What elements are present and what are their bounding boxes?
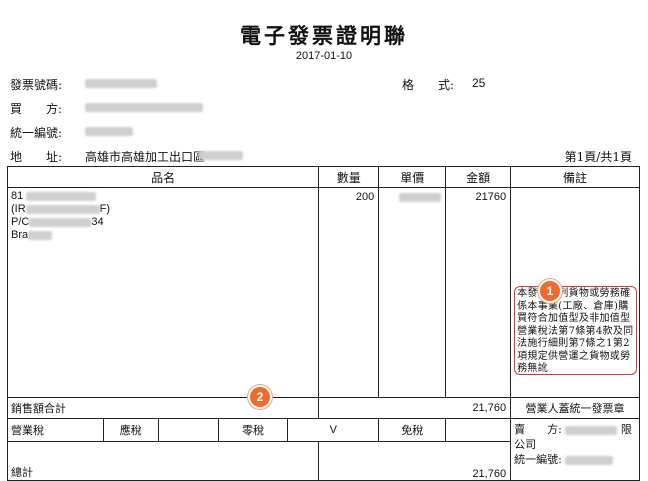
- redacted-item-code: [26, 191, 97, 201]
- item-quantity: 200: [318, 187, 380, 398]
- redacted-po-number: [29, 217, 92, 227]
- zero-tax-label: 零稅: [217, 418, 289, 442]
- header-unit-price: 單價: [378, 166, 447, 188]
- address-label: 地 址:: [10, 150, 63, 164]
- header-item-name: 品名: [6, 166, 320, 188]
- format-label: 格 式:: [402, 78, 455, 92]
- redacted-item-model: [25, 204, 100, 214]
- stamp-label: 營業人蓋統一發票章: [510, 397, 640, 419]
- item-description: 81 (IR F) P/C 34 Bra: [6, 187, 320, 398]
- redacted-invoice-number: [85, 79, 157, 88]
- address-value: 高雄市高雄加工出口區: [85, 150, 206, 164]
- redacted-address-detail: [199, 151, 243, 160]
- redacted-buyer-name: [85, 103, 203, 112]
- header-amount: 金額: [445, 166, 512, 188]
- item-unit-price: [378, 187, 447, 398]
- tax-free-mark: [445, 418, 512, 442]
- remark-cell: 本發票所列貨物或勞務確係本事業(工廠、倉庫)購買符合加值型及非加值型營業稅法第7…: [510, 187, 640, 398]
- total-value: 21,760: [318, 441, 512, 481]
- business-tax-label: 營業稅: [7, 418, 104, 442]
- redacted-seller-tax-id: [565, 455, 614, 465]
- seller-info: 賣 方: 限 公司 統一編號:: [510, 418, 640, 481]
- invoice-title: 電子發票證明聯: [240, 23, 408, 48]
- zero-tax-mark: V: [287, 418, 380, 442]
- sales-total-value: 21,760: [318, 397, 512, 419]
- annotation-badge-2: 2: [248, 385, 272, 409]
- redacted-brand: [28, 230, 53, 240]
- item-amount: 21760: [445, 187, 512, 398]
- header-quantity: 數量: [318, 166, 380, 188]
- invoice-date: 2017-01-10: [295, 50, 353, 62]
- format-value: 25: [472, 76, 486, 90]
- remark-text: 本發票所列貨物或勞務確係本事業(工廠、倉庫)購買符合加值型及非加值型營業稅法第7…: [514, 286, 637, 375]
- total-label: 總計: [6, 441, 320, 481]
- page-info: 第1頁/共1頁: [564, 150, 632, 164]
- tax-free-label: 免稅: [378, 418, 447, 442]
- redacted-unit-price: [399, 192, 442, 202]
- tax-id-label: 統一編號:: [10, 126, 63, 140]
- sales-total-label: 銷售額合計: [6, 397, 320, 419]
- redacted-seller-name: [565, 425, 618, 435]
- header-remark: 備註: [510, 166, 640, 188]
- redacted-buyer-tax-id: [85, 127, 133, 136]
- taxable-label: 應稅: [102, 418, 159, 442]
- annotation-badge-1: 1: [538, 279, 562, 303]
- invoice-number-label: 發票號碼:: [10, 78, 63, 92]
- invoice-table: 品名 數量 單價 金額 備註 81 (IR F) P/C 34 Bra 200 21…: [6, 166, 640, 481]
- buyer-label: 買 方:: [10, 102, 63, 116]
- taxable-mark: [157, 418, 219, 442]
